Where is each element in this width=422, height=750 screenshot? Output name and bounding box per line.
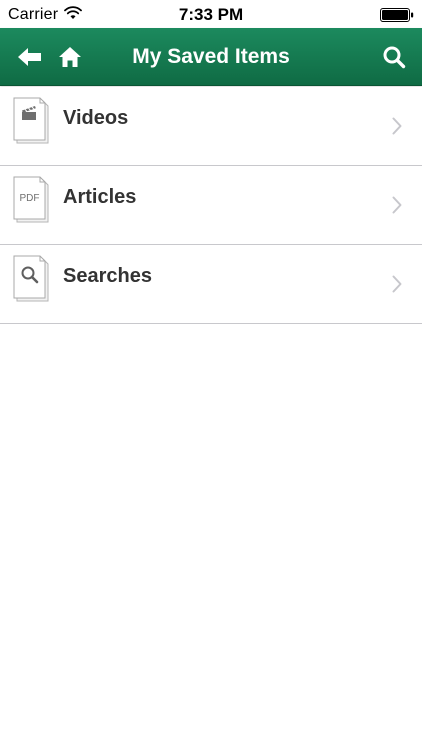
battery-icon xyxy=(380,8,414,22)
list-item-label: Searches xyxy=(63,265,152,287)
navigation-bar: My Saved Items xyxy=(0,28,422,86)
list-item-label: Articles xyxy=(63,186,137,208)
chevron-right-icon xyxy=(392,275,402,293)
video-clapperboard-icon xyxy=(13,97,49,144)
saved-items-list: Videos PDF Articles Searches xyxy=(0,87,422,324)
list-item-articles[interactable]: PDF Articles xyxy=(0,166,422,245)
chevron-right-icon xyxy=(392,196,402,214)
search-icon xyxy=(383,46,406,69)
list-item-videos[interactable]: Videos xyxy=(0,87,422,166)
pdf-icon-text: PDF xyxy=(20,193,40,204)
page-title: My Saved Items xyxy=(132,45,290,68)
list-item-searches[interactable]: Searches xyxy=(0,245,422,324)
status-time: 7:33 PM xyxy=(178,5,244,24)
status-bar: Carrier 7:33 PM xyxy=(0,0,422,28)
search-document-icon xyxy=(13,255,49,302)
list-item-label: Videos xyxy=(63,107,129,129)
chevron-right-icon xyxy=(392,117,402,135)
pdf-document-icon: PDF xyxy=(13,176,49,223)
screen: Carrier 7:33 PM My Saved Items Videos PD… xyxy=(0,0,422,750)
search-button[interactable] xyxy=(372,28,416,86)
